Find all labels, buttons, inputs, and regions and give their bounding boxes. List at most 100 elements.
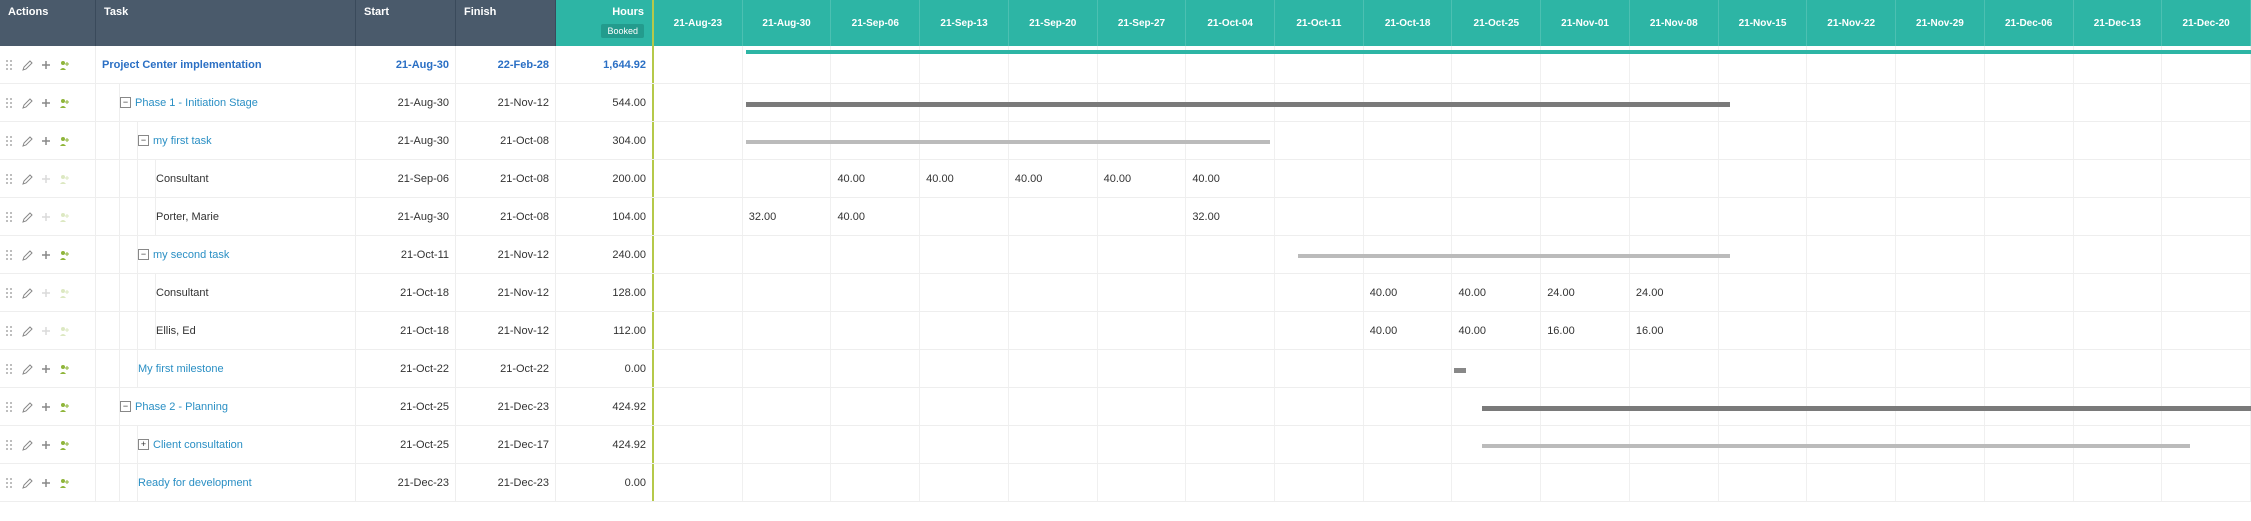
timeline-cell[interactable] [1452, 122, 1541, 159]
task-name[interactable]: my first task [153, 135, 212, 147]
timeline-cell[interactable] [1896, 236, 1985, 273]
timeline-cell[interactable]: 32.00 [1186, 198, 1275, 235]
add-icon[interactable] [40, 59, 52, 71]
timeline-cell[interactable] [1807, 464, 1896, 501]
timeline-cell[interactable]: 40.00 [1452, 274, 1541, 311]
timeline-cell[interactable] [1719, 84, 1808, 121]
add-icon[interactable] [40, 97, 52, 109]
edit-icon[interactable] [22, 477, 34, 489]
timeline-cell[interactable] [920, 388, 1009, 425]
expand-toggle[interactable]: − [138, 135, 149, 146]
timeline-cell[interactable] [1541, 160, 1630, 197]
timeline-cell[interactable]: 40.00 [1364, 312, 1453, 349]
timeline-cell[interactable] [1098, 274, 1187, 311]
timeline-cell[interactable]: 40.00 [831, 198, 920, 235]
timeline-cell[interactable] [1630, 464, 1719, 501]
drag-icon[interactable] [4, 135, 16, 147]
timeline-cell[interactable] [2162, 274, 2251, 311]
timeline-col-header[interactable]: 21-Sep-06 [831, 0, 920, 46]
gantt-bar[interactable] [746, 140, 1270, 144]
expand-toggle[interactable]: + [138, 439, 149, 450]
timeline-cell[interactable] [1985, 198, 2074, 235]
timeline-cell[interactable] [1719, 350, 1808, 387]
timeline-cell[interactable] [920, 198, 1009, 235]
timeline-cell[interactable]: 16.00 [1630, 312, 1719, 349]
timeline-cell[interactable] [1896, 350, 1985, 387]
timeline-cell[interactable] [2074, 84, 2163, 121]
timeline-cell[interactable] [1275, 426, 1364, 463]
timeline-cell[interactable] [654, 160, 743, 197]
timeline-col-header[interactable]: 21-Nov-29 [1896, 0, 1985, 46]
timeline-cell[interactable] [1098, 312, 1187, 349]
timeline-cell[interactable] [743, 236, 832, 273]
add-icon[interactable] [40, 363, 52, 375]
timeline-cell[interactable] [1275, 198, 1364, 235]
timeline-cell[interactable] [1985, 84, 2074, 121]
timeline-cell[interactable] [1630, 350, 1719, 387]
timeline-cell[interactable] [1364, 122, 1453, 159]
timeline-cell[interactable] [1807, 350, 1896, 387]
edit-icon[interactable] [22, 325, 34, 337]
timeline-cell[interactable] [831, 464, 920, 501]
timeline-cell[interactable] [1985, 350, 2074, 387]
task-name[interactable]: Ready for development [138, 477, 252, 489]
timeline-cell[interactable] [654, 198, 743, 235]
timeline-cell[interactable] [1098, 388, 1187, 425]
timeline-cell[interactable] [2162, 84, 2251, 121]
timeline-cell[interactable] [1186, 464, 1275, 501]
gantt-bar[interactable] [1482, 444, 2190, 448]
timeline-cell[interactable] [1009, 198, 1098, 235]
header-start[interactable]: Start [356, 0, 456, 46]
timeline-cell[interactable] [831, 236, 920, 273]
timeline-cell[interactable] [654, 464, 743, 501]
gantt-bar[interactable] [746, 50, 2251, 54]
timeline-cell[interactable] [831, 426, 920, 463]
timeline-cell[interactable] [1275, 350, 1364, 387]
timeline-cell[interactable] [2162, 464, 2251, 501]
timeline-cell[interactable] [743, 312, 832, 349]
add-icon[interactable] [40, 477, 52, 489]
timeline-cell[interactable] [1985, 312, 2074, 349]
timeline-cell[interactable] [2162, 160, 2251, 197]
timeline-cell[interactable] [1364, 426, 1453, 463]
timeline-col-header[interactable]: 21-Nov-01 [1541, 0, 1630, 46]
gantt-bar[interactable] [746, 102, 1730, 107]
timeline-cell[interactable] [831, 350, 920, 387]
timeline-col-header[interactable]: 21-Dec-20 [2162, 0, 2251, 46]
task-name[interactable]: Client consultation [153, 439, 243, 451]
edit-icon[interactable] [22, 211, 34, 223]
task-name[interactable]: Phase 1 - Initiation Stage [135, 97, 258, 109]
task-name[interactable]: Project Center implementation [102, 59, 262, 71]
gantt-bar[interactable] [1298, 254, 1730, 258]
timeline-cell[interactable] [1364, 464, 1453, 501]
expand-toggle[interactable]: − [120, 97, 131, 108]
timeline-cell[interactable] [1719, 122, 1808, 159]
drag-icon[interactable] [4, 439, 16, 451]
timeline-cell[interactable] [1275, 388, 1364, 425]
timeline-cell[interactable] [1364, 388, 1453, 425]
edit-icon[interactable] [22, 59, 34, 71]
timeline-cell[interactable] [2162, 312, 2251, 349]
timeline-col-header[interactable]: 21-Oct-25 [1452, 0, 1541, 46]
timeline-cell[interactable] [1630, 160, 1719, 197]
timeline-col-header[interactable]: 21-Dec-06 [1985, 0, 2074, 46]
task-name[interactable]: my second task [153, 249, 229, 261]
timeline-col-header[interactable]: 21-Nov-08 [1630, 0, 1719, 46]
timeline-cell[interactable]: 40.00 [831, 160, 920, 197]
timeline-cell[interactable] [1009, 388, 1098, 425]
timeline-cell[interactable] [654, 388, 743, 425]
timeline-cell[interactable] [743, 160, 832, 197]
timeline-cell[interactable] [1009, 312, 1098, 349]
timeline-cell[interactable]: 16.00 [1541, 312, 1630, 349]
timeline-cell[interactable] [1098, 350, 1187, 387]
timeline-cell[interactable] [920, 350, 1009, 387]
edit-icon[interactable] [22, 97, 34, 109]
timeline-cell[interactable] [920, 426, 1009, 463]
timeline-cell[interactable] [1009, 236, 1098, 273]
timeline-cell[interactable] [1985, 274, 2074, 311]
timeline-cell[interactable] [1009, 274, 1098, 311]
timeline-cell[interactable] [1541, 198, 1630, 235]
timeline-cell[interactable] [1009, 464, 1098, 501]
timeline-col-header[interactable]: 21-Nov-15 [1719, 0, 1808, 46]
timeline-cell[interactable] [1541, 350, 1630, 387]
